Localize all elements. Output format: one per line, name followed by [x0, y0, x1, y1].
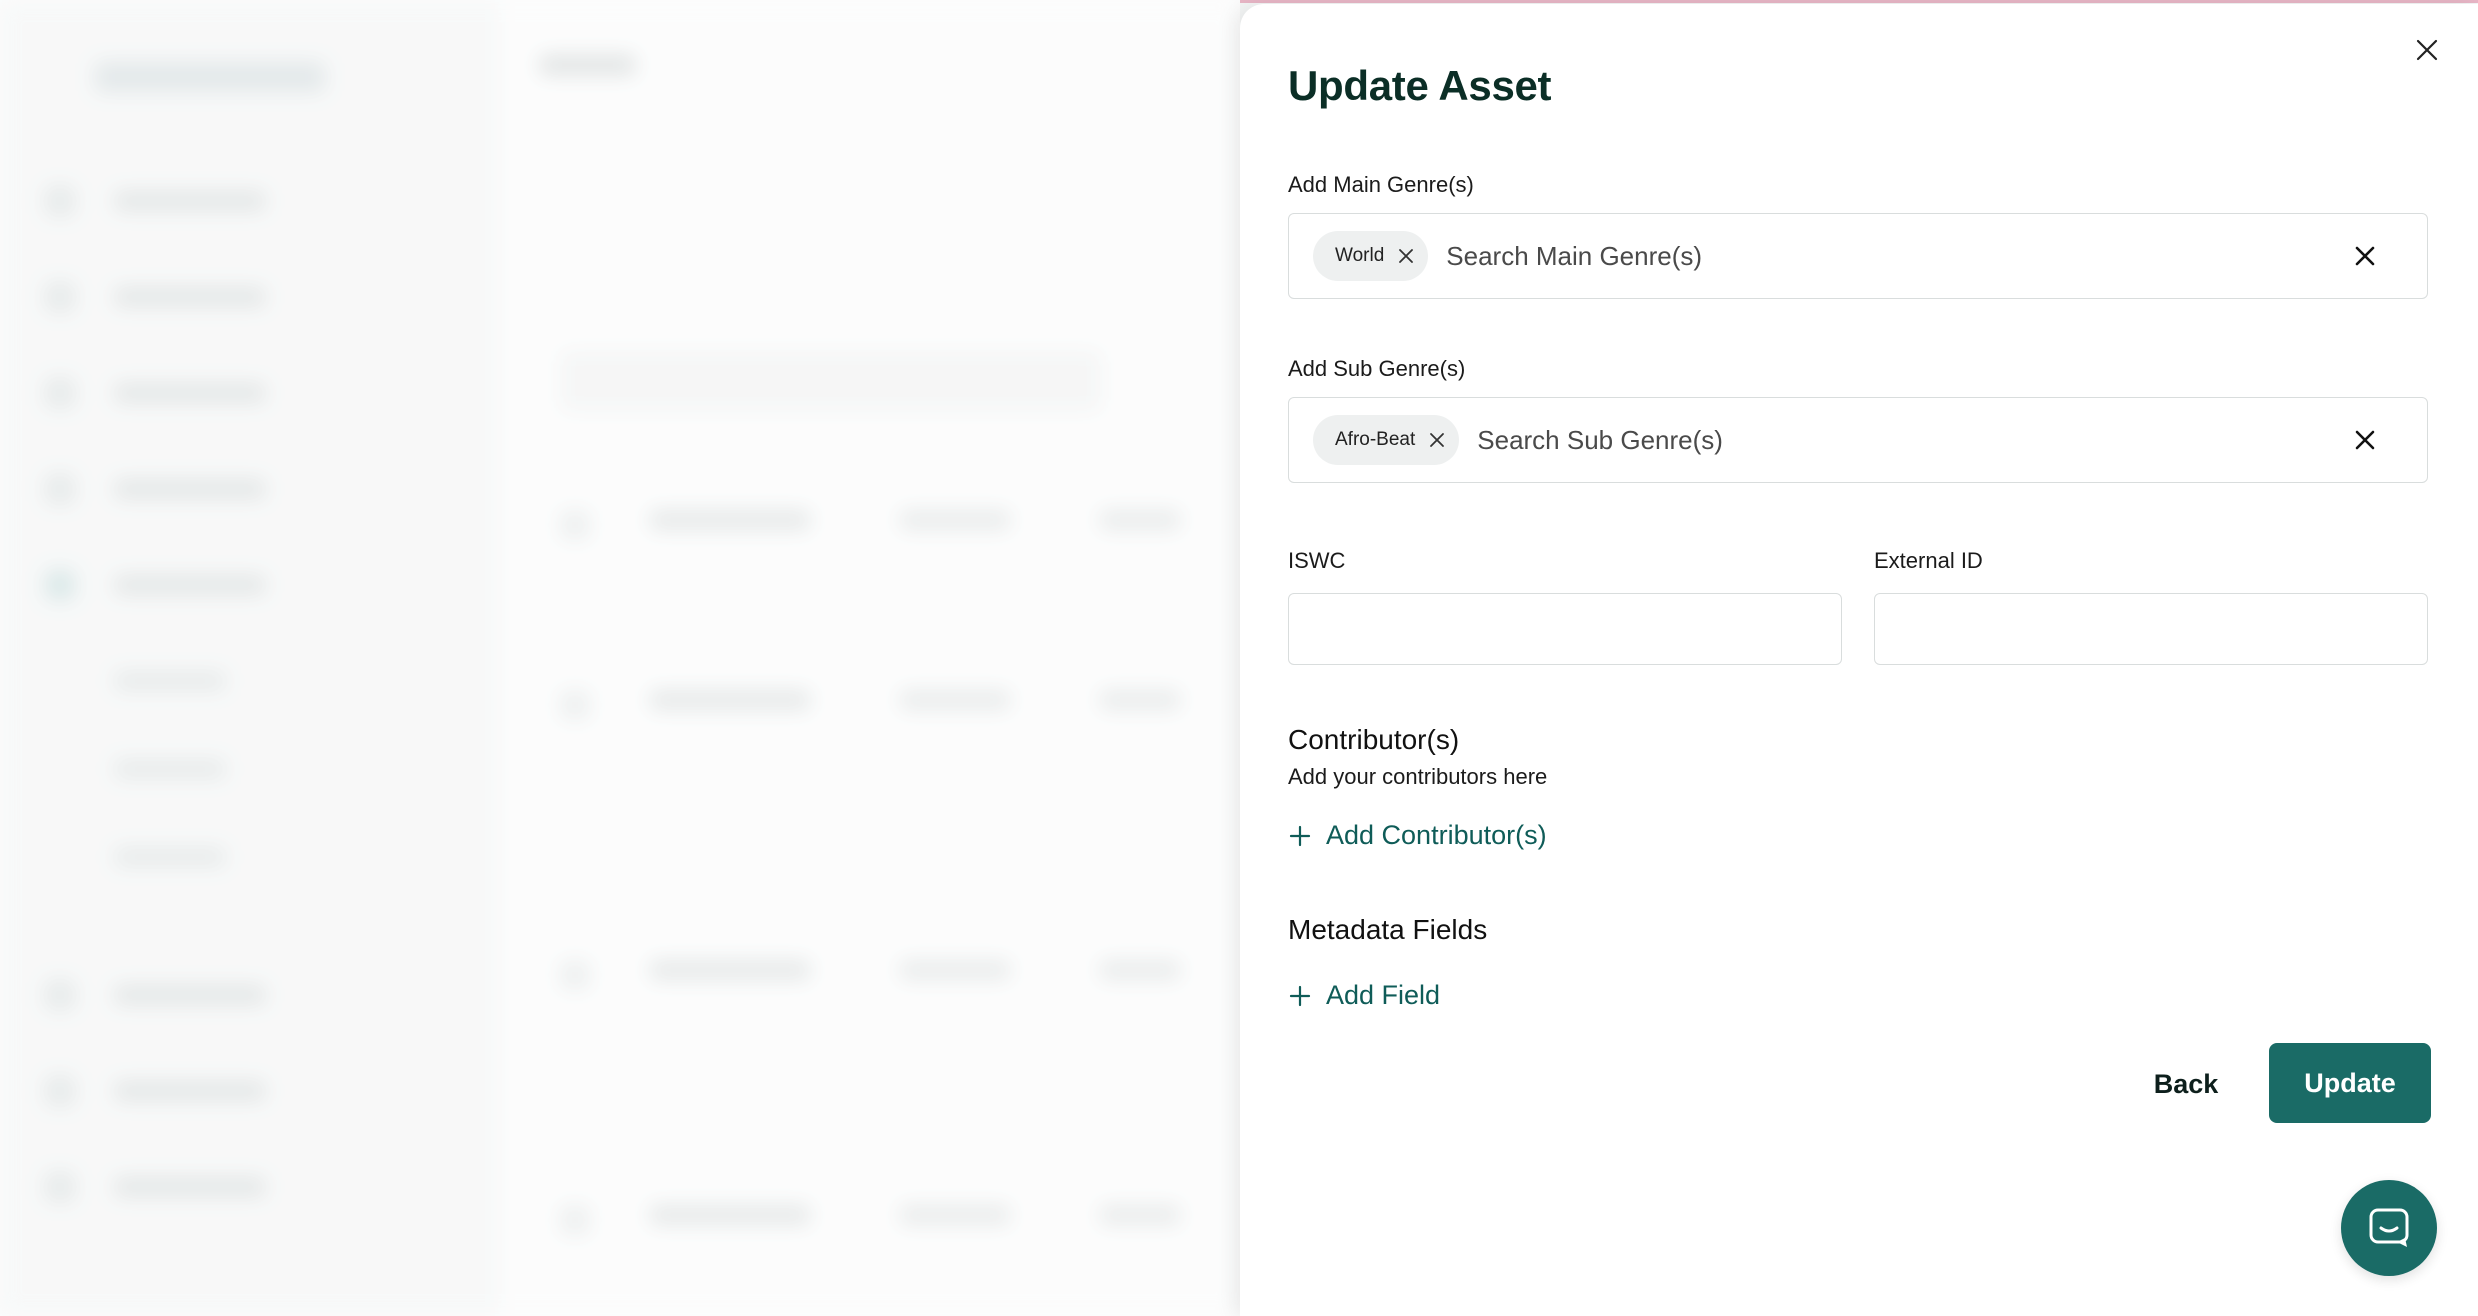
add-contributor-label: Add Contributor(s) — [1326, 820, 1547, 850]
plus-icon — [1288, 824, 1312, 848]
main-genre-label: Add Main Genre(s) — [1288, 172, 1474, 197]
iswc-field[interactable] — [1288, 593, 1842, 665]
x-icon — [1399, 249, 1414, 263]
background-app — [0, 0, 1240, 1316]
external-id-field[interactable] — [1874, 593, 2428, 665]
genre-chip-world: World — [1313, 231, 1429, 281]
metadata-title: Metadata Fields — [1288, 914, 1488, 945]
chip-label: Afro-Beat — [1335, 429, 1416, 450]
external-id-label: External ID — [1874, 548, 1983, 573]
main-genre-clear-button[interactable] — [2337, 228, 2393, 284]
add-contributor-button[interactable]: Add Contributor(s) — [1288, 820, 1547, 851]
update-button[interactable]: Update — [2269, 1043, 2431, 1123]
drawer-title: Update Asset — [1288, 62, 1552, 109]
chip-remove-button[interactable] — [1398, 248, 1414, 264]
chip-label: World — [1335, 245, 1385, 266]
add-field-button[interactable]: Add Field — [1288, 980, 1440, 1011]
clear-icon — [2355, 246, 2375, 266]
sub-genre-label: Add Sub Genre(s) — [1288, 356, 1466, 381]
add-field-label: Add Field — [1326, 980, 1441, 1010]
main-genre-search-input[interactable] — [1444, 235, 2337, 277]
plus-icon — [1288, 984, 1312, 1008]
sub-genre-clear-button[interactable] — [2337, 412, 2393, 468]
genre-chip-afro-beat: Afro-Beat — [1313, 415, 1460, 465]
close-icon — [2416, 39, 2438, 61]
chat-widget-button[interactable] — [2341, 1180, 2437, 1276]
chip-remove-button[interactable] — [1429, 432, 1445, 448]
contributors-title: Contributor(s) — [1288, 724, 1460, 755]
close-button[interactable] — [2403, 26, 2451, 74]
modal-overlay[interactable] — [0, 0, 1240, 1316]
update-asset-drawer: Update Asset Add Main Genre(s) World Add… — [1240, 4, 2478, 1316]
main-genre-select[interactable]: World — [1288, 213, 2428, 299]
sub-genre-search-input[interactable] — [1475, 419, 2337, 461]
iswc-label: ISWC — [1288, 548, 1346, 573]
x-icon — [1430, 433, 1445, 447]
clear-icon — [2355, 430, 2375, 450]
back-button[interactable]: Back — [2126, 1044, 2246, 1124]
sub-genre-select[interactable]: Afro-Beat — [1288, 397, 2428, 483]
chat-icon — [2369, 1208, 2409, 1247]
contributors-subtitle: Add your contributors here — [1288, 764, 1548, 789]
